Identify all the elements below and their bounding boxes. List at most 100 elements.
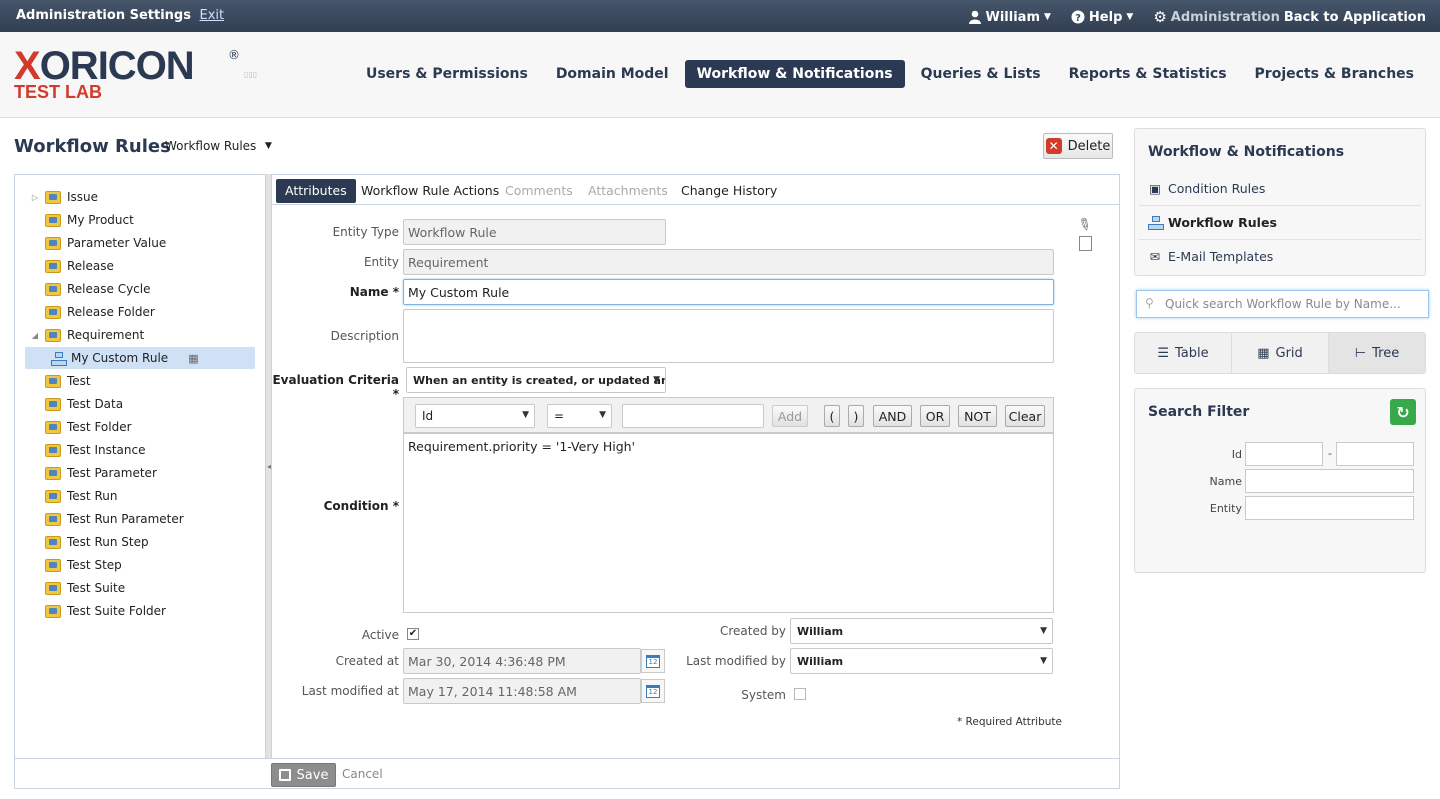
cancel-link[interactable]: Cancel xyxy=(342,767,383,781)
nav-queries-lists[interactable]: Queries & Lists xyxy=(909,60,1053,88)
paperclip-icon[interactable]: ✎ xyxy=(1074,213,1095,236)
clear-button[interactable]: Clear xyxy=(1005,405,1045,427)
tree-item-test[interactable]: Test xyxy=(29,370,269,392)
tab-workflow-rule-actions[interactable]: Workflow Rule Actions xyxy=(352,179,508,203)
view-grid-button[interactable]: ▦ Grid xyxy=(1232,333,1329,373)
filter-entity-label: Entity xyxy=(1209,502,1242,515)
view-table-button[interactable]: ☰ Table xyxy=(1135,333,1232,373)
tree-item-label: Release xyxy=(67,259,114,273)
nav-domain-model[interactable]: Domain Model xyxy=(544,60,681,88)
view-selector[interactable]: Workflow Rules ▼ xyxy=(165,139,272,153)
condition-textarea[interactable]: Requirement.priority = '1-Very High' xyxy=(403,433,1054,613)
tab-change-history[interactable]: Change History xyxy=(672,179,786,203)
last-modified-at-field: May 17, 2014 11:48:58 AM xyxy=(403,678,641,704)
calendar-day: 12 xyxy=(646,684,660,698)
view-tree-button[interactable]: ⊢ Tree xyxy=(1329,333,1425,373)
filter-id-from-input[interactable] xyxy=(1245,442,1323,466)
evaluation-criteria-select[interactable]: When an entity is created, or updated an… xyxy=(406,367,666,393)
chevron-down-icon: ▼ xyxy=(1040,656,1047,666)
expand-icon[interactable]: ▷ xyxy=(29,193,41,202)
nav-reports-statistics[interactable]: Reports & Statistics xyxy=(1057,60,1239,88)
tree-item-test-parameter[interactable]: Test Parameter xyxy=(29,462,269,484)
tree-item-test-instance[interactable]: Test Instance xyxy=(29,439,269,461)
tree-item-issue[interactable]: ▷ Issue xyxy=(29,186,269,208)
workflow-rules-link[interactable]: Workflow Rules xyxy=(1139,205,1421,239)
open-paren-button[interactable]: ( xyxy=(824,405,840,427)
refresh-icon[interactable]: ↻ xyxy=(1390,399,1416,425)
logo: XORICON ® TEST LAB ▯▯▯ xyxy=(14,46,257,102)
condition-value-input[interactable] xyxy=(622,404,764,428)
or-button[interactable]: OR xyxy=(920,405,950,427)
active-checkbox[interactable]: ✔ xyxy=(407,628,419,640)
splitter-grip-icon[interactable]: ◂ xyxy=(267,462,271,471)
document-icon[interactable] xyxy=(1079,236,1092,251)
quick-search-input[interactable]: ⚲ Quick search Workflow Rule by Name... xyxy=(1136,290,1429,318)
user-menu[interactable]: William ▼ xyxy=(968,10,1051,25)
filter-name-input[interactable] xyxy=(1245,469,1414,493)
tree-item-label: My Product xyxy=(67,213,134,227)
page-title: Workflow Rules xyxy=(14,136,171,157)
delete-button[interactable]: ✕ Delete xyxy=(1043,133,1113,159)
condition-field-select[interactable]: Id ▼ xyxy=(415,404,535,428)
save-button[interactable]: Save xyxy=(271,763,336,787)
description-textarea[interactable] xyxy=(403,309,1054,363)
nav-projects-branches[interactable]: Projects & Branches xyxy=(1243,60,1426,88)
evaluation-criteria-label: Evaluation Criteria * xyxy=(272,373,399,401)
created-at-label: Created at xyxy=(335,654,399,668)
tree-item-my-product[interactable]: My Product xyxy=(29,209,269,231)
list-icon: ☰ xyxy=(1157,345,1170,361)
tree-item-release-cycle[interactable]: Release Cycle xyxy=(29,278,269,300)
tree-item-label: Issue xyxy=(67,190,99,204)
tree-item-parameter-value[interactable]: Parameter Value xyxy=(29,232,269,254)
tab-bar: Attributes Workflow Rule Actions Comment… xyxy=(272,175,1119,205)
tree-item-test-step[interactable]: Test Step xyxy=(29,554,269,576)
close-paren-button[interactable]: ) xyxy=(848,405,864,427)
exit-link[interactable]: Exit xyxy=(200,8,225,23)
tree-item-test-data[interactable]: Test Data xyxy=(29,393,269,415)
back-to-application-link[interactable]: Back to Application xyxy=(1284,10,1426,25)
tree-item-test-run-parameter[interactable]: Test Run Parameter xyxy=(29,508,269,530)
tree-item-test-folder[interactable]: Test Folder xyxy=(29,416,269,438)
nav-workflow-notifications[interactable]: Workflow & Notifications xyxy=(684,60,905,88)
tree-item-my-custom-rule[interactable]: My Custom Rule ▦ xyxy=(25,347,255,369)
tree-item-test-run-step[interactable]: Test Run Step xyxy=(29,531,269,553)
panel-title: Workflow & Notifications xyxy=(1148,144,1345,160)
created-by-select: William ▼ xyxy=(790,618,1053,644)
not-button[interactable]: NOT xyxy=(958,405,997,427)
filter-entity-input[interactable] xyxy=(1245,496,1414,520)
tree-item-test-suite[interactable]: Test Suite xyxy=(29,577,269,599)
administration-link[interactable]: ⚙ Administration Back to Application xyxy=(1153,8,1426,26)
condition-operator-select[interactable]: = ▼ xyxy=(547,404,612,428)
tree-item-requirement[interactable]: ◢ Requirement xyxy=(29,324,269,346)
condition-toolbar: Id ▼ = ▼ Add ( ) AND OR NOT Clear xyxy=(403,397,1054,433)
calendar-icon[interactable]: 12 xyxy=(641,649,665,673)
created-at-field: Mar 30, 2014 4:36:48 PM xyxy=(403,648,641,674)
tree-item-release[interactable]: Release xyxy=(29,255,269,277)
tab-attributes[interactable]: Attributes xyxy=(276,179,356,203)
calendar-day: 12 xyxy=(646,654,660,668)
tree-item-label: Test Suite xyxy=(67,581,126,595)
last-modified-at-label: Last modified at xyxy=(301,684,399,698)
workflow-rules-icon xyxy=(1147,216,1164,230)
tree-item-release-folder[interactable]: Release Folder xyxy=(29,301,269,323)
panel-splitter[interactable]: ◂ xyxy=(265,174,272,759)
email-templates-link[interactable]: ✉ E-Mail Templates xyxy=(1139,239,1421,273)
calendar-icon[interactable]: 12 xyxy=(641,679,665,703)
condition-rules-icon: ▣ xyxy=(1149,180,1161,196)
collapse-icon[interactable]: ◢ xyxy=(29,331,41,340)
help-menu[interactable]: ? Help ▼ xyxy=(1071,10,1133,25)
add-condition-button[interactable]: Add xyxy=(772,405,808,427)
tree-item-test-run[interactable]: Test Run xyxy=(29,485,269,507)
chevron-down-icon: ▼ xyxy=(522,410,529,420)
grid-icon[interactable]: ▦ xyxy=(188,352,198,365)
view-tree-label: Tree xyxy=(1372,345,1400,361)
tab-comments: Comments xyxy=(505,183,573,198)
nav-users-permissions[interactable]: Users & Permissions xyxy=(354,60,540,88)
filter-id-to-input[interactable] xyxy=(1336,442,1414,466)
condition-rules-link[interactable]: ▣ Condition Rules xyxy=(1139,171,1421,205)
tree-item-test-suite-folder[interactable]: Test Suite Folder xyxy=(29,600,269,622)
tree-icon: ⊢ xyxy=(1354,345,1367,361)
view-grid-label: Grid xyxy=(1275,345,1303,361)
name-input[interactable]: My Custom Rule xyxy=(403,279,1054,305)
and-button[interactable]: AND xyxy=(873,405,912,427)
